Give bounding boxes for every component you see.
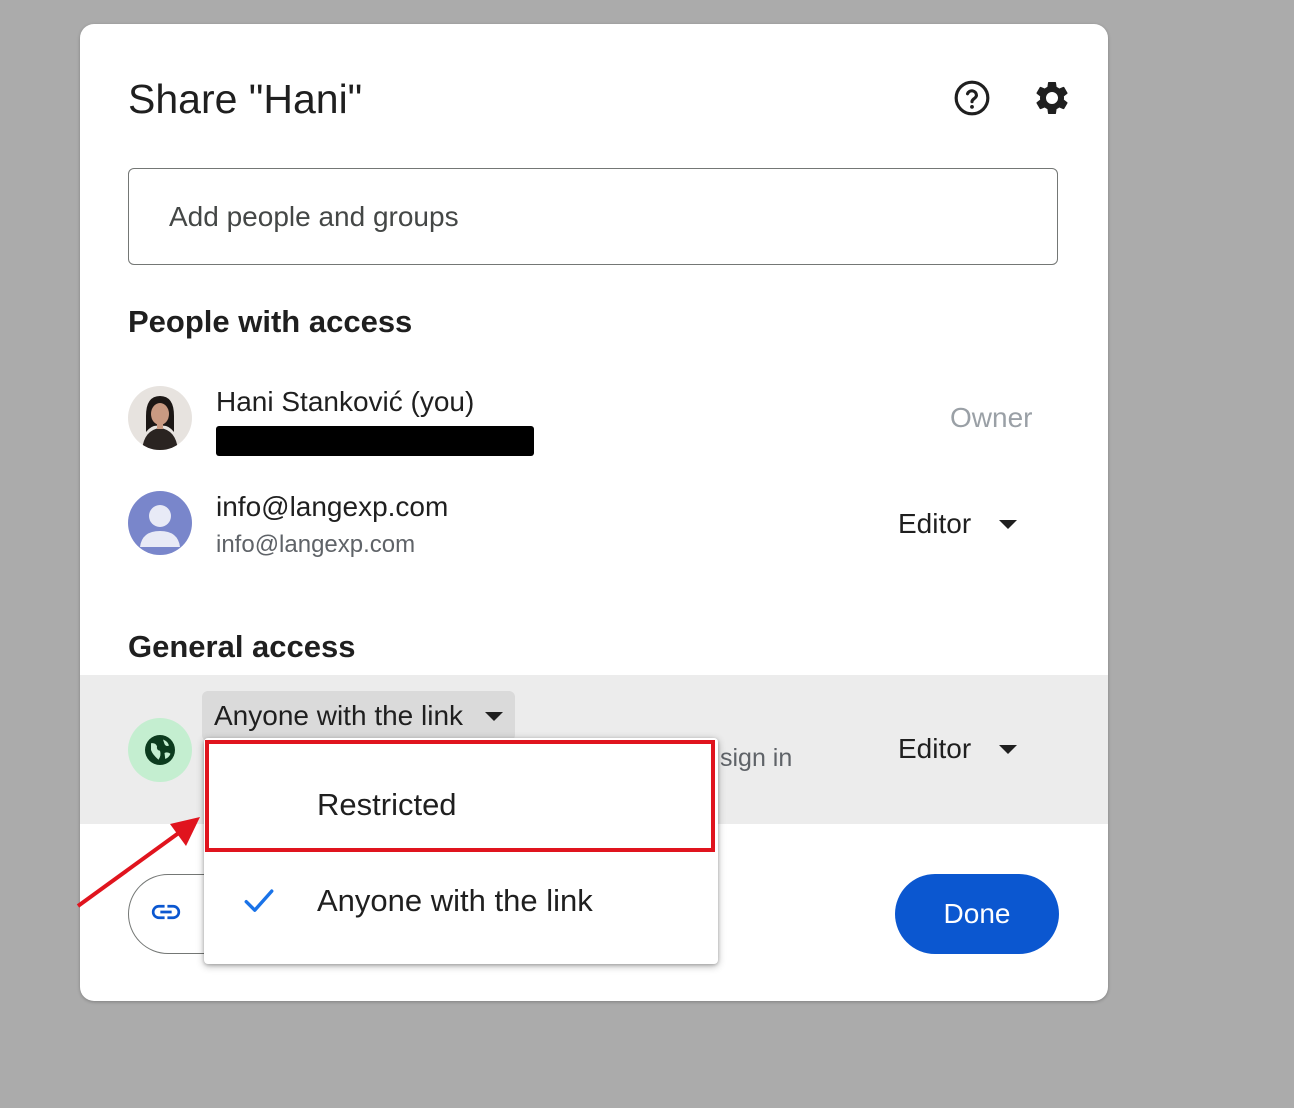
general-access-heading: General access	[128, 629, 356, 664]
chevron-down-icon	[999, 519, 1018, 529]
link-icon	[149, 895, 183, 934]
globe-icon	[128, 718, 192, 782]
menu-item-label: Anyone with the link	[317, 883, 593, 918]
role-label: Editor	[898, 508, 972, 539]
menu-item-anyone-with-link[interactable]: Anyone with the link	[204, 846, 718, 956]
gear-icon[interactable]	[1030, 76, 1074, 120]
people-with-access-heading: People with access	[128, 304, 413, 339]
person-email: info@langexp.com	[216, 531, 416, 558]
done-button[interactable]: Done	[895, 874, 1059, 954]
dialog-title: Share "Hani"	[128, 76, 363, 122]
general-access-selected: Anyone with the link	[214, 700, 464, 731]
role-label: Editor	[898, 733, 972, 764]
chevron-down-icon	[485, 711, 504, 721]
general-access-subtitle: sign in	[720, 744, 793, 772]
help-icon[interactable]	[950, 76, 994, 120]
person-name: Hani Stanković (you)	[216, 386, 475, 417]
access-dropdown-menu: Restricted Anyone with the link	[204, 738, 718, 964]
owner-role-label: Owner	[950, 402, 1033, 433]
checkmark-icon	[240, 884, 278, 926]
role-dropdown[interactable]: Editor	[892, 504, 1023, 544]
general-access-dropdown[interactable]: Anyone with the link	[202, 691, 516, 741]
chevron-down-icon	[999, 744, 1018, 754]
person-avatar-icon	[128, 491, 192, 555]
redacted-email	[216, 426, 534, 456]
person-name: info@langexp.com	[216, 491, 449, 522]
general-access-role-dropdown[interactable]: Editor	[892, 729, 1023, 769]
menu-item-restricted[interactable]: Restricted	[204, 750, 718, 860]
add-people-input[interactable]	[128, 168, 1058, 265]
photo-avatar	[128, 386, 192, 450]
menu-item-label: Restricted	[317, 787, 457, 822]
